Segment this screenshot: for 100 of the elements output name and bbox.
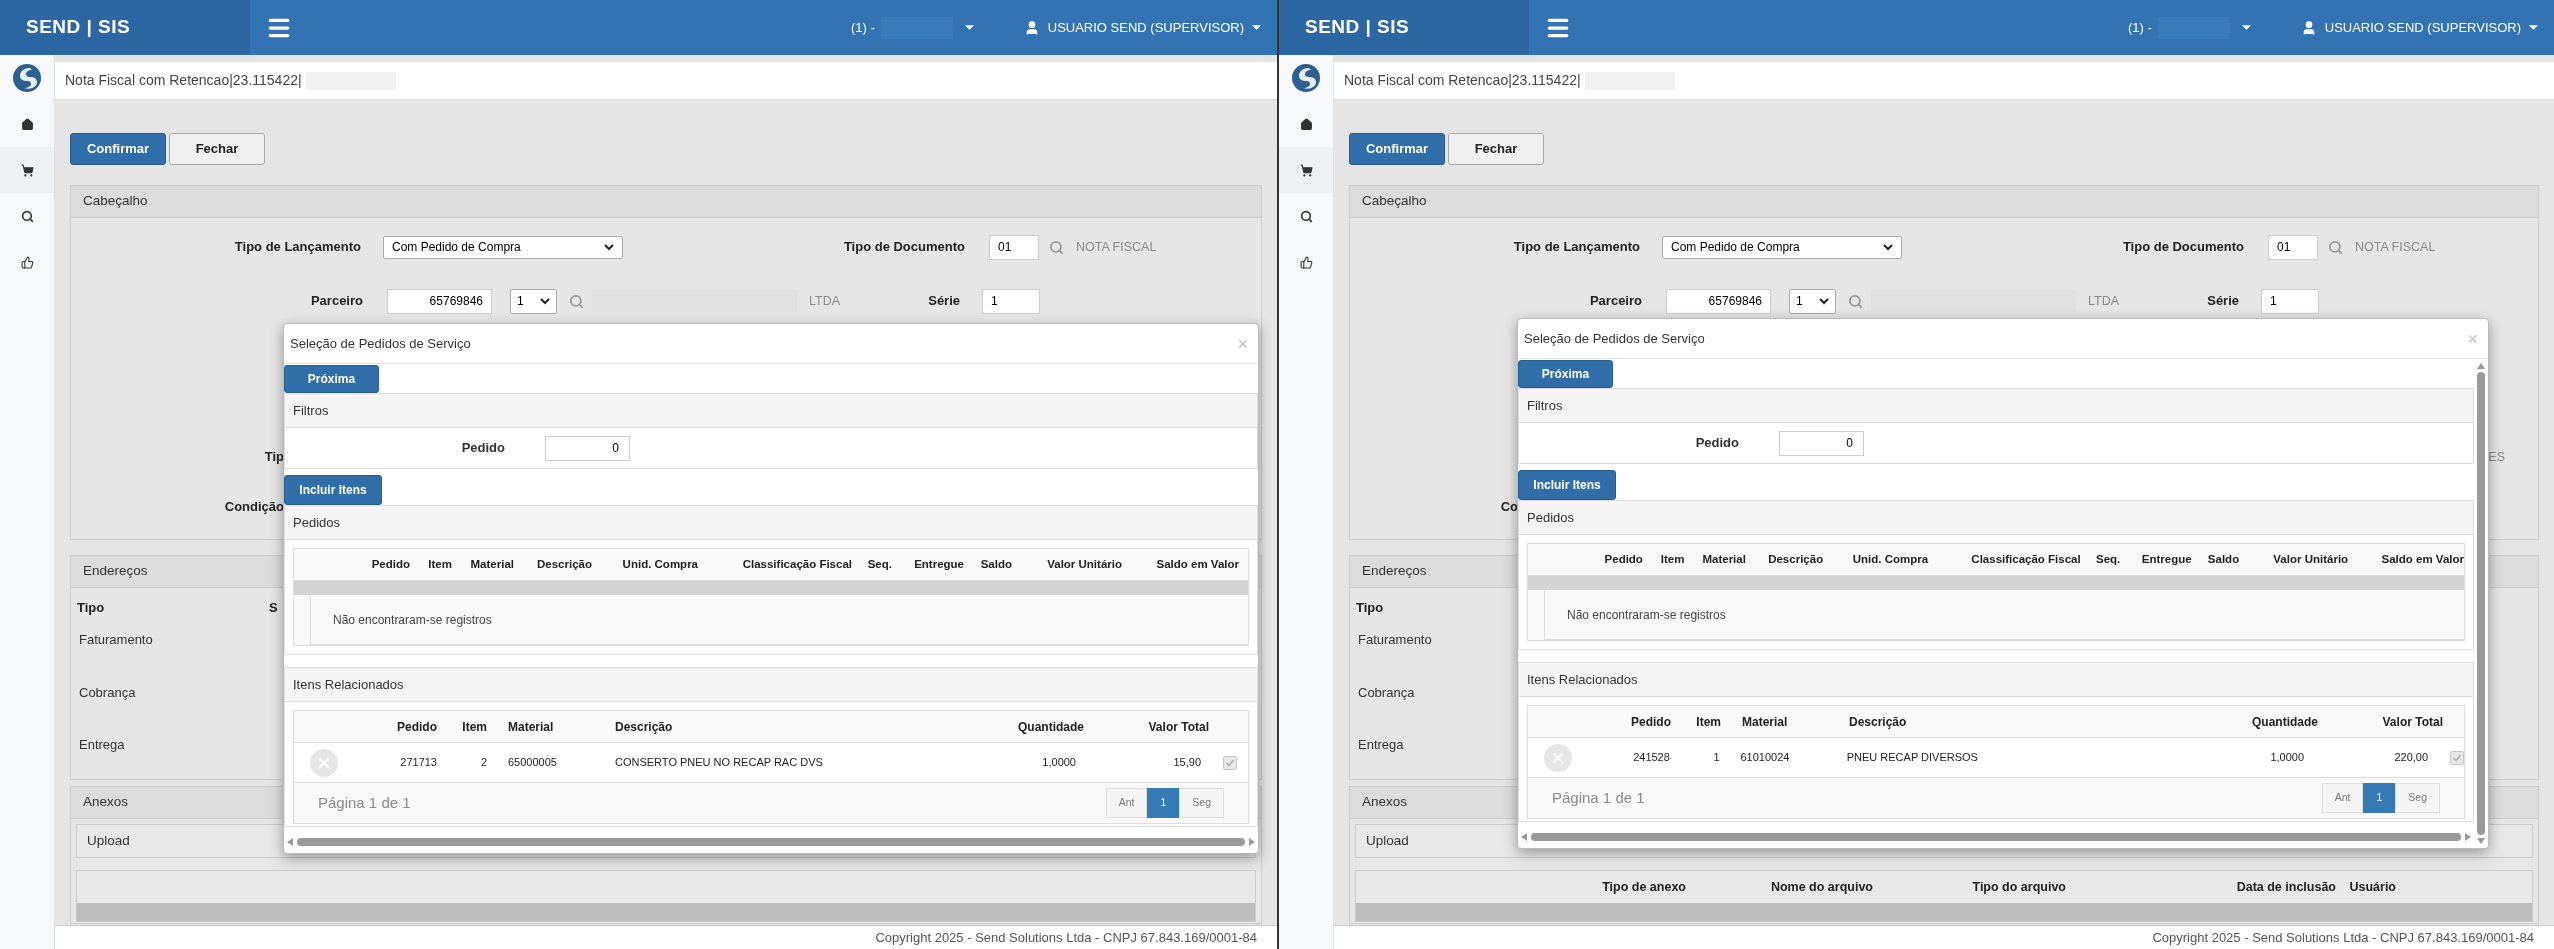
search-icon[interactable] bbox=[20, 209, 34, 223]
address-type: Cobrança bbox=[79, 683, 136, 702]
scroll-left-icon[interactable] bbox=[287, 838, 293, 846]
include-items-button[interactable]: Incluir Itens bbox=[284, 475, 382, 505]
footer-text: Copyright 2025 - Send Solutions Ltda - CNPJ 67.843.169/0001-84 bbox=[875, 928, 1257, 947]
field-description: NOTA FISCAL bbox=[2355, 238, 2436, 256]
text-input[interactable]: 01 bbox=[989, 234, 1039, 260]
panel-title: Anexos bbox=[1362, 793, 1408, 812]
column-header: Item bbox=[1659, 551, 1685, 567]
next-button[interactable]: Próxima bbox=[1518, 360, 1613, 388]
field-label: Tipo de Lançamento bbox=[1512, 238, 1640, 257]
chevron-icon bbox=[1819, 297, 1829, 305]
dropdown[interactable]: 1 bbox=[1789, 288, 1836, 314]
dialog-title: Seleção de Pedidos de Serviço bbox=[290, 334, 471, 353]
page-button[interactable]: Ant bbox=[2321, 783, 2364, 813]
company-selector[interactable]: (1) - bbox=[2127, 17, 2152, 38]
field-description: NOTA FISCAL bbox=[1076, 238, 1157, 256]
caret-icon bbox=[1252, 25, 1261, 30]
dropdown[interactable]: 1 bbox=[510, 288, 557, 314]
column-header: Valor Total bbox=[2381, 713, 2443, 731]
column-header: Pedido bbox=[1603, 551, 1643, 567]
column-header: Pedido bbox=[370, 556, 410, 572]
cart-icon[interactable] bbox=[20, 163, 34, 177]
address-type: Entrega bbox=[1358, 736, 1404, 754]
action-button[interactable]: Confirmar bbox=[70, 133, 166, 165]
table-cell-text: 220,00 bbox=[2393, 750, 2430, 766]
column-header: Saldo em Valor bbox=[2380, 551, 2464, 567]
chevron-icon bbox=[1883, 243, 1893, 251]
home-icon[interactable] bbox=[1299, 117, 1313, 131]
order-input[interactable]: 0 bbox=[1779, 430, 1864, 456]
column-header: Material bbox=[1741, 713, 1789, 731]
field-label: Série bbox=[2206, 292, 2240, 311]
cart-icon[interactable] bbox=[1299, 163, 1313, 177]
scroll-left-icon[interactable] bbox=[1521, 833, 1527, 841]
page-info: Página 1 de 1 bbox=[1552, 787, 1645, 808]
dropdown[interactable]: Com Pedido de Compra bbox=[1662, 235, 1902, 259]
field-label: Pedido bbox=[460, 439, 505, 458]
scroll-right-icon[interactable] bbox=[2465, 833, 2471, 841]
column-header: Item bbox=[1695, 713, 1722, 731]
column-header: Seq. bbox=[2095, 551, 2121, 567]
section-title: Filtros bbox=[1527, 396, 1563, 415]
search-icon[interactable] bbox=[1299, 209, 1313, 223]
section-title: Filtros bbox=[293, 401, 329, 420]
column-header: Pedido bbox=[396, 718, 438, 736]
order-input[interactable]: 0 bbox=[545, 435, 630, 461]
user-menu[interactable]: USUARIO SEND (SUPERVISOR) bbox=[1023, 17, 1261, 38]
footer-text: Copyright 2025 - Send Solutions Ltda - CNPJ 67.843.169/0001-84 bbox=[2152, 928, 2534, 947]
action-button[interactable]: Fechar bbox=[1448, 133, 1544, 165]
column-header: Tipo bbox=[1356, 600, 1384, 616]
next-button[interactable]: Próxima bbox=[284, 365, 379, 393]
column-header: Entregue bbox=[913, 556, 964, 572]
page-button[interactable]: Seg bbox=[2395, 783, 2440, 813]
panel-title: Anexos bbox=[83, 793, 129, 812]
field-label: Tipo de Documento bbox=[842, 238, 965, 257]
column-header: Data de inclusão bbox=[2235, 878, 2336, 896]
action-button[interactable]: Fechar bbox=[169, 133, 265, 165]
action-button[interactable]: Confirmar bbox=[1349, 133, 1445, 165]
page-button[interactable]: 1 bbox=[1147, 788, 1180, 818]
table-cell-text: 15,90 bbox=[1172, 755, 1202, 771]
dropdown[interactable]: Com Pedido de Compra bbox=[383, 235, 623, 259]
column-header: Descrição bbox=[614, 718, 674, 736]
partner-name: LTDA bbox=[2088, 292, 2120, 310]
page-button[interactable]: 1 bbox=[2363, 783, 2396, 813]
text-input[interactable]: 1 bbox=[982, 288, 1041, 314]
text-input[interactable]: 1 bbox=[2261, 288, 2320, 314]
thumbs-up-icon[interactable] bbox=[20, 255, 34, 269]
field-label: Tipo de Documento bbox=[2121, 238, 2244, 257]
column-header: Descrição bbox=[536, 556, 592, 572]
table-cell-text: 271713 bbox=[399, 755, 438, 771]
panel-title: Endereços bbox=[1362, 562, 1427, 581]
table-cell-text: 1 bbox=[1712, 750, 1721, 766]
column-header: Classificação Fiscal bbox=[1970, 551, 2081, 567]
company-selector[interactable]: (1) - bbox=[850, 17, 875, 38]
column-header: S bbox=[269, 600, 278, 616]
text-input[interactable]: 65769846 bbox=[387, 288, 492, 314]
section-title: Pedidos bbox=[293, 513, 340, 532]
logo-icon bbox=[12, 63, 42, 93]
text-input[interactable]: 01 bbox=[2268, 234, 2318, 260]
column-header: Pedido bbox=[1630, 713, 1672, 731]
column-header: Nome do arquivo bbox=[1769, 878, 1873, 896]
partner-name: LTDA bbox=[809, 292, 841, 310]
scroll-right-icon[interactable] bbox=[1249, 838, 1255, 846]
include-items-button[interactable]: Incluir Itens bbox=[1518, 470, 1616, 500]
scroll-up-icon[interactable] bbox=[2477, 363, 2485, 369]
field-label: Parceiro bbox=[1588, 292, 1642, 311]
scroll-down-icon[interactable] bbox=[2477, 838, 2485, 844]
empty-message: Não encontraram-se registros bbox=[1567, 606, 1726, 624]
address-type: Faturamento bbox=[79, 631, 153, 649]
user-menu[interactable]: USUARIO SEND (SUPERVISOR) bbox=[2300, 17, 2538, 38]
home-icon[interactable] bbox=[20, 117, 34, 131]
section-title: Itens Relacionados bbox=[293, 675, 404, 694]
page-button[interactable]: Ant bbox=[1105, 788, 1148, 818]
thumbs-up-icon[interactable] bbox=[1299, 255, 1313, 269]
text-input[interactable]: 65769846 bbox=[1666, 288, 1771, 314]
caret-icon bbox=[964, 25, 974, 30]
field-label: Tipo de Lançamento bbox=[233, 238, 361, 257]
field-label: Co bbox=[1500, 498, 1518, 517]
page-button[interactable]: Seg bbox=[1179, 788, 1224, 818]
column-header: Classificação Fiscal bbox=[741, 556, 852, 572]
table-cell-text: CONSERTO PNEU NO RECAP RAC DVS bbox=[614, 755, 824, 771]
